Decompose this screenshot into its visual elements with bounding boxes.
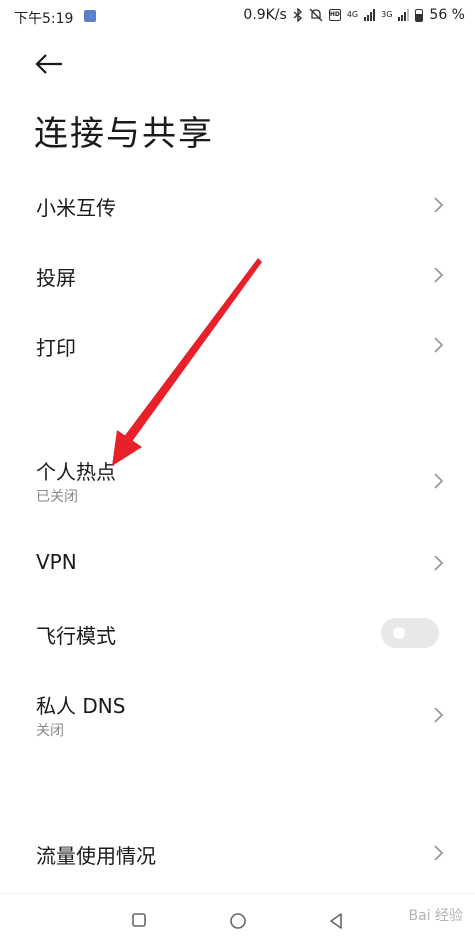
row-label: 打印 [36,336,76,360]
back-arrow-icon [35,54,62,74]
hd-icon: HD [328,9,341,21]
toggle-knob [393,627,405,639]
page-title: 连接与共享 [34,114,214,154]
chevron-right-icon [434,473,444,489]
status-right: 0.9K/s HD 4G 3G 56 % [243,7,465,23]
row-data-usage[interactable]: 流量使用情况 [0,828,475,878]
row-airplane-mode: 飞行模式 [0,608,475,658]
home-button[interactable] [229,912,247,930]
row-status: 关闭 [36,723,64,739]
row-label: 流量使用情况 [36,844,156,868]
chevron-right-icon [434,197,444,213]
signal-bars-icon-2 [398,9,410,21]
row-cast[interactable]: 投屏 [0,250,475,300]
row-label: 投屏 [36,266,76,290]
row-print[interactable]: 打印 [0,320,475,370]
signal-label-2: 3G [381,10,393,19]
bluetooth-icon [293,8,302,22]
row-label: 飞行模式 [36,624,116,648]
row-label: 个人热点 [36,460,116,484]
row-hotspot[interactable]: 个人热点 已关闭 [0,446,475,516]
back-button[interactable] [34,50,66,78]
row-mi-share[interactable]: 小米互传 [0,180,475,230]
mute-icon [309,8,323,22]
recent-apps-button[interactable] [131,912,147,928]
battery-level: 56 % [429,7,465,23]
chevron-right-icon [434,267,444,283]
watermark: Bai 经验 [408,908,463,924]
status-bar: 下午5:19 0.9K/s HD 4G 3G 56 % [0,0,475,34]
chevron-right-icon [434,555,444,571]
notification-app-icon [84,10,96,22]
row-label: VPN [36,550,77,574]
row-label: 私人 DNS [36,694,126,718]
row-vpn[interactable]: VPN [0,538,475,588]
back-nav-button[interactable] [328,912,344,930]
navigation-bar [0,893,475,951]
row-private-dns[interactable]: 私人 DNS 关闭 [0,680,475,750]
chevron-right-icon [434,337,444,353]
airplane-mode-toggle[interactable] [381,618,439,648]
network-speed: 0.9K/s [243,7,287,23]
status-time: 下午5:19 [14,11,74,27]
row-label: 小米互传 [36,196,116,220]
row-status: 已关闭 [36,489,78,505]
signal-label-1: 4G [346,10,359,19]
chevron-right-icon [434,707,444,723]
chevron-right-icon [434,845,444,861]
battery-icon [415,8,424,22]
signal-bars-icon [364,9,376,21]
